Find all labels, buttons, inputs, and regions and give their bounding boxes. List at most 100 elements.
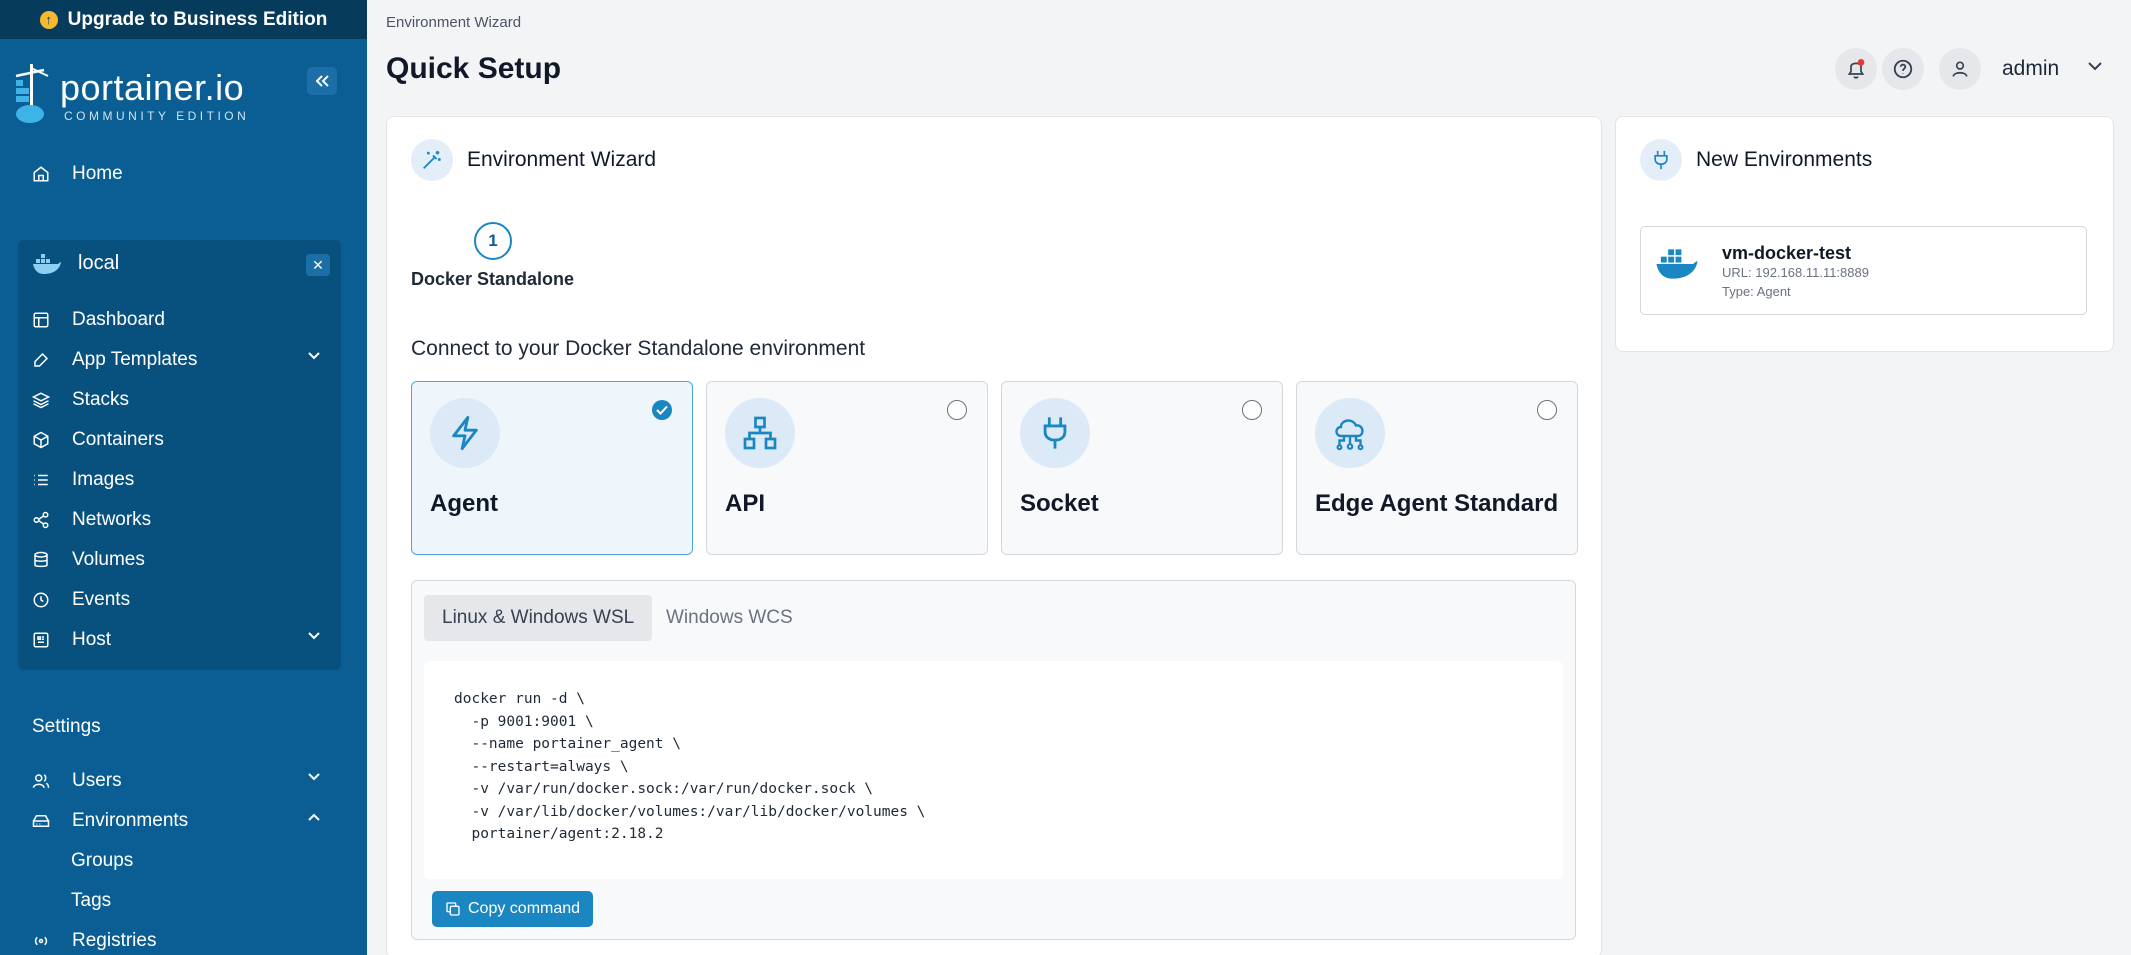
bell-icon xyxy=(1847,59,1865,79)
option-radio[interactable] xyxy=(1537,400,1557,420)
option-label: API xyxy=(725,490,766,517)
option-api[interactable]: API xyxy=(706,381,988,555)
tab-windows-wcs[interactable]: Windows WCS xyxy=(648,595,811,641)
copy-command-button[interactable]: Copy command xyxy=(432,891,594,927)
radio-icon xyxy=(34,936,48,946)
docker-icon xyxy=(1656,249,1698,279)
code-line: --restart=always \ xyxy=(454,758,629,775)
option-edge-agent-standard[interactable]: Edge Agent Standard xyxy=(1296,381,1578,555)
share-icon xyxy=(33,511,49,529)
sidebar-item-dashboard[interactable]: Dashboard xyxy=(32,305,165,335)
page-title: Quick Setup xyxy=(386,52,562,85)
sidebar-item-label: Registries xyxy=(72,930,157,951)
plug-icon xyxy=(1020,398,1090,468)
sidebar-item-label: Networks xyxy=(72,509,152,530)
sidebar-item-networks[interactable]: Networks xyxy=(32,505,151,535)
environment-name: local xyxy=(78,252,120,274)
sidebar-item-app-templates[interactable]: App Templates xyxy=(32,345,332,375)
sidebar-item-label: Host xyxy=(72,629,112,650)
new-environments-title: New Environments xyxy=(1696,148,1873,171)
option-socket[interactable]: Socket xyxy=(1001,381,1283,555)
box-icon xyxy=(33,431,49,449)
sidebar-item-users[interactable]: Users xyxy=(32,766,332,796)
option-radio-checked[interactable] xyxy=(652,400,672,420)
environment-item-type: Type: Agent xyxy=(1722,284,1791,299)
wand-icon xyxy=(411,139,453,181)
list-icon xyxy=(34,474,48,486)
sidebar-item-label: Images xyxy=(72,469,135,490)
sidebar-item-environments[interactable]: Environments xyxy=(32,806,332,836)
step-indicator: 1 xyxy=(474,222,512,260)
upgrade-banner[interactable]: ↑ Upgrade to Business Edition xyxy=(0,0,367,39)
plug-icon xyxy=(1640,139,1682,181)
upgrade-label: Upgrade to Business Edition xyxy=(67,8,328,30)
sidebar-item-containers[interactable]: Containers xyxy=(32,425,164,455)
cloud-network-icon xyxy=(1315,398,1385,468)
environment-item-url: URL: 192.168.11.11:8889 xyxy=(1722,265,1869,280)
option-radio[interactable] xyxy=(947,400,967,420)
users-icon xyxy=(32,774,50,788)
close-icon: ✕ xyxy=(312,256,324,273)
edit-icon xyxy=(34,352,49,367)
sidebar-item-label: Containers xyxy=(72,429,164,450)
sidebar-item-stacks[interactable]: Stacks xyxy=(32,385,129,415)
sidebar-item-label: Users xyxy=(72,770,122,791)
sidebar-item-host[interactable]: Host xyxy=(32,625,332,655)
notifications-button[interactable] xyxy=(1835,48,1877,90)
collapse-sidebar-button[interactable] xyxy=(307,67,337,95)
sidebar: ↑ Upgrade to Business Edition portainer.… xyxy=(0,0,367,955)
option-agent[interactable]: Agent xyxy=(411,381,693,555)
code-line: -v /var/run/docker.sock:/var/run/docker.… xyxy=(454,781,874,797)
sidebar-item-label: Dashboard xyxy=(72,309,165,330)
dashboard-icon xyxy=(33,312,49,328)
sidebar-subitem-tags[interactable]: Tags xyxy=(71,890,111,912)
chevrons-left-icon xyxy=(315,75,329,87)
hdd-icon xyxy=(32,815,50,827)
chevron-down-icon[interactable] xyxy=(2087,60,2103,72)
connect-heading: Connect to your Docker Standalone enviro… xyxy=(411,337,866,360)
network-icon xyxy=(725,398,795,468)
chevron-down-icon xyxy=(308,773,320,781)
sidebar-item-volumes[interactable]: Volumes xyxy=(32,545,145,575)
main-content: Environment Wizard Quick Setup admin Env… xyxy=(367,0,2131,955)
code-line: portainer/agent:2.18.2 xyxy=(454,826,664,842)
brand-logo[interactable]: portainer.io COMMUNITY EDITION xyxy=(14,62,249,131)
environment-wizard-card: Environment Wizard 1 Docker Standalone C… xyxy=(386,116,1602,955)
environment-header[interactable]: local xyxy=(32,252,119,275)
help-circle-icon xyxy=(1893,59,1913,79)
sidebar-item-images[interactable]: Images xyxy=(32,465,134,495)
code-line: -v /var/lib/docker/volumes:/var/lib/dock… xyxy=(454,803,926,820)
command-panel: Linux & Windows WSL Windows WCS docker r… xyxy=(411,580,1576,940)
user-avatar[interactable] xyxy=(1939,48,1981,90)
arrow-up-icon: ↑ xyxy=(39,10,58,29)
zap-icon xyxy=(430,398,500,468)
sidebar-item-label: Stacks xyxy=(72,389,130,410)
option-radio[interactable] xyxy=(1242,400,1262,420)
sidebar-item-home[interactable]: Home xyxy=(32,159,123,189)
close-environment-button[interactable]: ✕ xyxy=(306,254,330,276)
environment-list-item[interactable]: vm-docker-test URL: 192.168.11.11:8889 T… xyxy=(1640,226,2087,315)
code-line: -p 9001:9001 \ xyxy=(454,713,594,730)
brand-edition: COMMUNITY EDITION xyxy=(64,109,250,123)
clock-icon xyxy=(33,592,49,608)
docker-icon xyxy=(33,253,61,274)
chevron-down-icon xyxy=(308,352,320,360)
new-environments-card: New Environments vm-docker-test URL: 192… xyxy=(1615,116,2114,352)
breadcrumb[interactable]: Environment Wizard xyxy=(386,14,521,31)
sidebar-item-events[interactable]: Events xyxy=(32,585,130,615)
help-button[interactable] xyxy=(1882,48,1924,90)
step-label: Docker Standalone xyxy=(411,269,575,289)
home-icon xyxy=(33,166,49,182)
user-menu-name[interactable]: admin xyxy=(2002,57,2059,81)
sidebar-item-registries[interactable]: Registries xyxy=(32,926,156,955)
wizard-title: Environment Wizard xyxy=(467,148,657,171)
option-label: Edge Agent Standard xyxy=(1315,490,1559,517)
sidebar-item-label: Volumes xyxy=(72,549,145,570)
sidebar-subitem-groups[interactable]: Groups xyxy=(71,850,133,872)
database-icon xyxy=(34,551,48,568)
code-line: --name portainer_agent \ xyxy=(454,736,681,752)
sidebar-item-label: Home xyxy=(72,163,123,184)
sidebar-item-label: App Templates xyxy=(72,349,198,370)
command-code-block: docker run -d \ -p 9001:9001 \ --name po… xyxy=(424,661,1563,879)
tab-linux-windows-wsl[interactable]: Linux & Windows WSL xyxy=(424,595,653,641)
